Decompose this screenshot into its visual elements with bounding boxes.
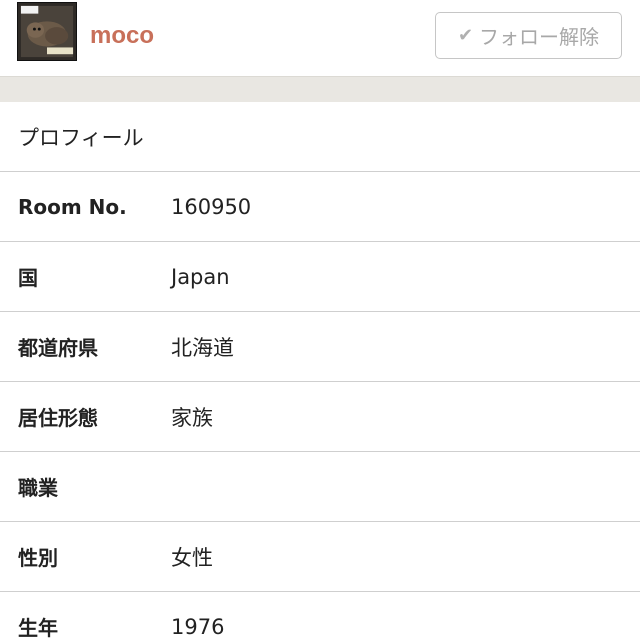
- row-value: 女性: [171, 545, 213, 570]
- row-value: 北海道: [171, 335, 234, 360]
- row-label: 都道府県: [18, 336, 98, 360]
- avatar[interactable]: [17, 2, 77, 61]
- row-label: Room No.: [18, 194, 127, 219]
- profile-row-country: 国 Japan: [0, 242, 640, 312]
- row-label: 職業: [18, 476, 58, 500]
- row-value: 160950: [171, 194, 252, 219]
- row-label: 国: [18, 266, 38, 290]
- profile-row-prefecture: 都道府県 北海道: [0, 312, 640, 382]
- unfollow-button[interactable]: ✔ フォロー解除: [435, 12, 622, 59]
- profile-header: moco ✔ フォロー解除: [0, 0, 640, 76]
- check-icon: ✔: [457, 25, 474, 46]
- row-label: 生年: [18, 616, 58, 640]
- unfollow-button-label: フォロー解除: [479, 25, 600, 49]
- profile-row-gender: 性別 女性: [0, 522, 640, 592]
- section-divider-band: [0, 76, 640, 102]
- profile-row-occupation: 職業: [0, 452, 640, 522]
- profile-row-birth-year: 生年 1976: [0, 592, 640, 640]
- profile-heading: プロフィール: [0, 102, 640, 172]
- profile-row-residence: 居住形態 家族: [0, 382, 640, 452]
- profile-row-room-no: Room No. 160950: [0, 172, 640, 242]
- row-value: Japan: [171, 264, 230, 289]
- row-label: 居住形態: [18, 406, 98, 430]
- profile-table: Room No. 160950 国 Japan 都道府県 北海道 居住形態 家族…: [0, 172, 640, 640]
- username[interactable]: moco: [90, 22, 154, 50]
- row-label: 性別: [18, 546, 58, 570]
- row-value: 家族: [171, 405, 213, 430]
- row-value: 1976: [171, 614, 225, 639]
- avatar-photo: [18, 3, 76, 60]
